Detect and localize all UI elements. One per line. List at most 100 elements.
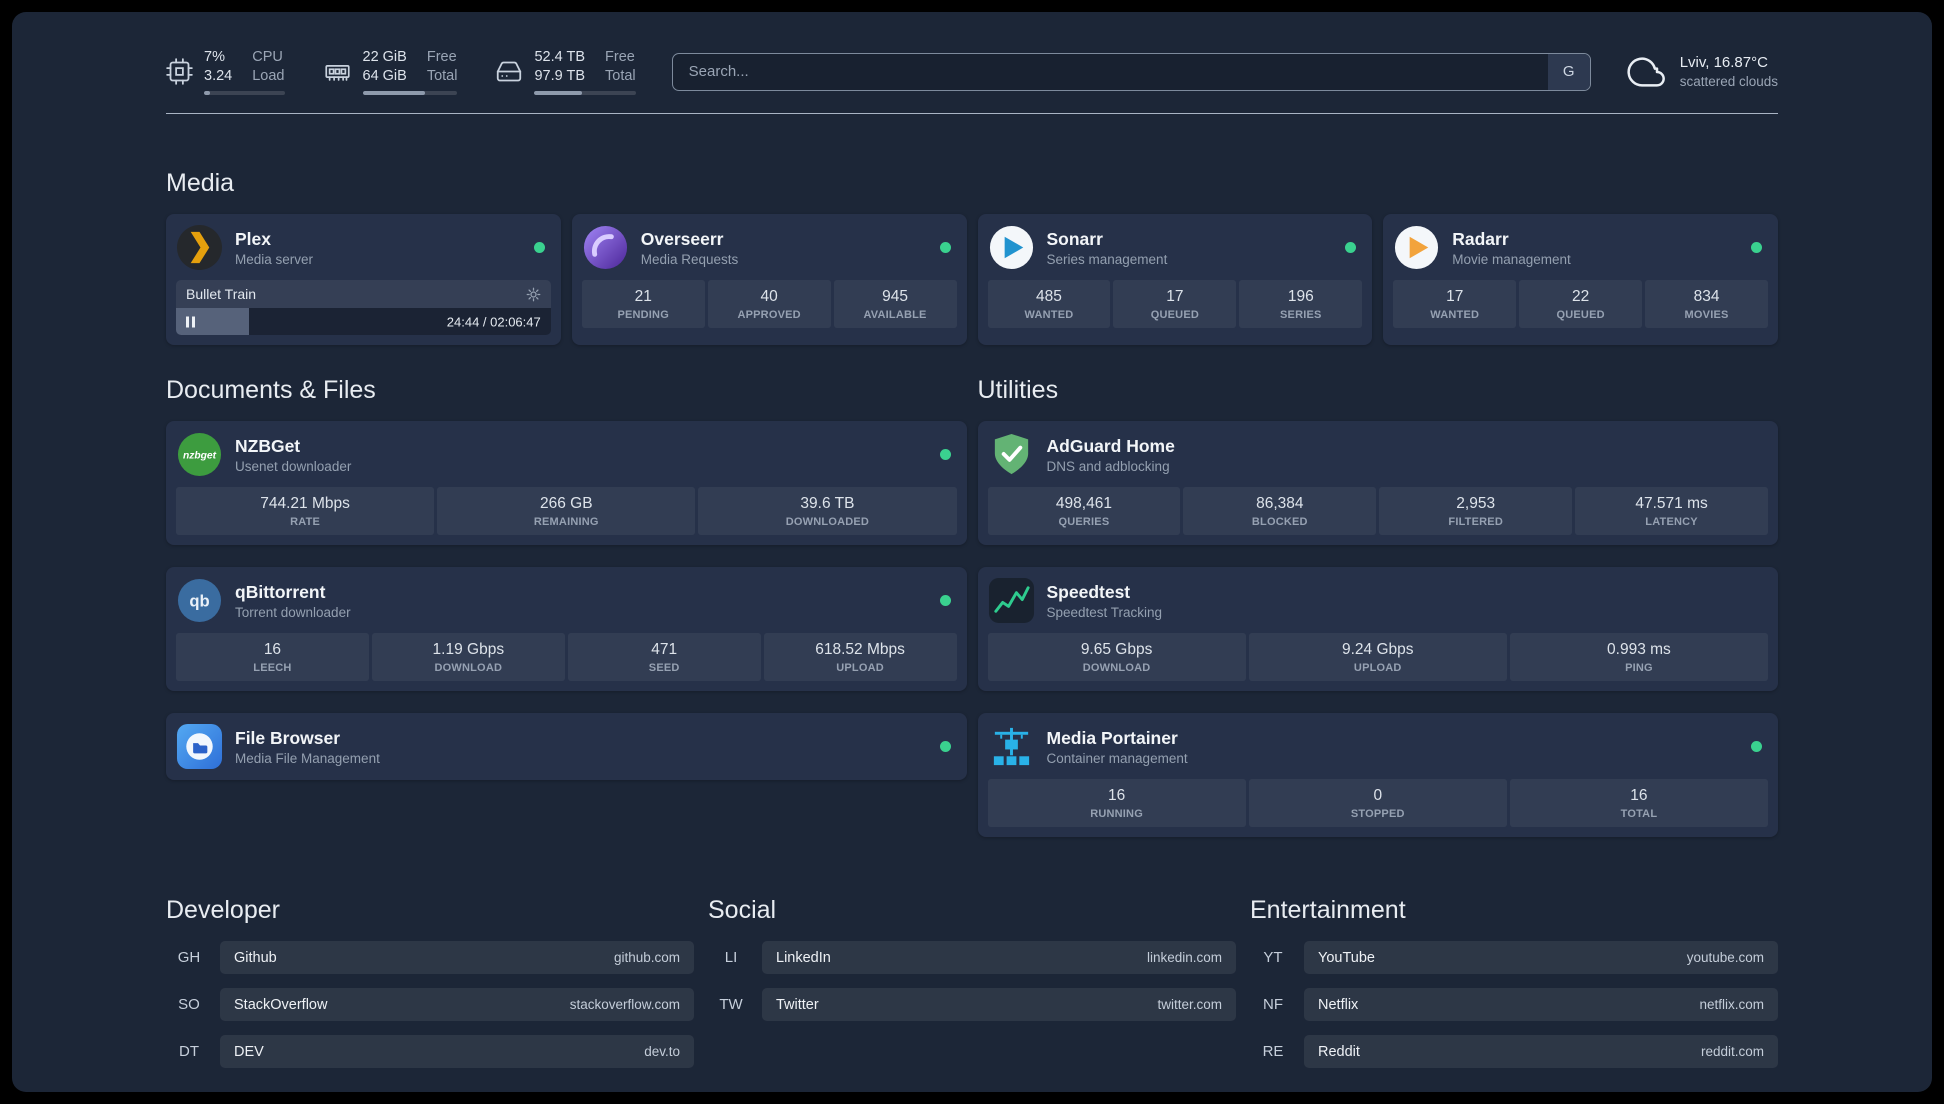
stat-label: LATENCY [1645, 516, 1698, 529]
bookmark-dev: DT DEV dev.to [166, 1035, 694, 1069]
bookmark-group-title: Developer [166, 896, 280, 925]
gear-icon[interactable] [526, 287, 541, 302]
stat-value: 485 [1036, 288, 1062, 306]
bookmark-link[interactable]: Twitter twitter.com [762, 988, 1236, 1022]
qbittorrent-icon: qb [176, 577, 223, 624]
service-card-portainer[interactable]: Media Portainer Container management 16 … [977, 713, 1778, 838]
bookmark-link[interactable]: Github github.com [220, 941, 694, 975]
cpu-load-average: 3.24 [204, 68, 233, 85]
stat-value: 86,384 [1256, 495, 1304, 513]
bookmark-url: linkedin.com [1146, 950, 1222, 966]
speedtest-stats: 9.65 Gbps DOWNLOAD 9.24 Gbps UPLOAD 0.99… [987, 633, 1769, 682]
bookmark-link[interactable]: Netflix netflix.com [1304, 988, 1778, 1022]
memory-free: 22 GiB [362, 49, 407, 65]
overseerr-header: Overseerr Media Requests [582, 224, 957, 271]
bookmark-link[interactable]: StackOverflow stackoverflow.com [220, 988, 694, 1022]
section-title-documents: Documents & Files [166, 376, 376, 405]
radarr-header: Radarr Movie management [1393, 224, 1768, 271]
service-name: qBittorrent [235, 581, 326, 602]
stat-block: 9.65 Gbps DOWNLOAD [987, 633, 1246, 682]
stat-label: WANTED [1430, 309, 1480, 322]
bookmark-url: stackoverflow.com [569, 997, 680, 1013]
qbittorrent-icon-label: qb [189, 592, 209, 611]
service-card-overseerr[interactable]: Overseerr Media Requests 21 PENDING 40 A… [571, 214, 967, 346]
stat-block: 40 APPROVED [707, 280, 831, 329]
stat-value: 40 [760, 288, 778, 306]
disk-widget: 52.4 TB 97.9 TB Free Total [495, 48, 636, 96]
bookmark-url: github.com [613, 950, 680, 966]
stat-block: 834 MOVIES [1645, 280, 1769, 329]
stat-value: 9.24 Gbps [1341, 641, 1414, 659]
stat-value: 196 [1287, 288, 1314, 306]
stat-value: 744.21 Mbps [260, 495, 350, 513]
stat-value: 16 [1630, 787, 1648, 805]
status-dot [1751, 242, 1762, 254]
service-card-qbittorrent[interactable]: qb qBittorrent Torrent downloader 16 LEE… [166, 567, 967, 692]
service-description: DNS and adblocking [1046, 458, 1170, 474]
service-card-plex[interactable]: Plex Media server Bullet Train 24:44 / 0… [166, 214, 561, 346]
bookmark-link[interactable]: LinkedIn linkedin.com [762, 941, 1236, 975]
adguard-stats: 498,461 QUERIES 86,384 BLOCKED 2,953 FIL… [987, 487, 1768, 536]
bookmark-url: netflix.com [1699, 997, 1764, 1013]
cloud-icon [1627, 57, 1665, 87]
nzbget-stats: 744.21 Mbps RATE 266 GB REMAINING 39.6 T… [176, 487, 957, 536]
portainer-stats: 16 RUNNING 0 STOPPED 16 TOTAL [987, 779, 1769, 828]
stat-value: 834 [1693, 288, 1720, 306]
stat-value: 47.571 ms [1635, 495, 1708, 513]
portainer-header: Media Portainer Container management [988, 723, 1769, 770]
bookmark-link[interactable]: YouTube youtube.com [1304, 941, 1778, 975]
memory-label: Free [426, 49, 457, 65]
sonarr-header: Sonarr Series management [988, 224, 1363, 271]
search-input[interactable] [671, 52, 1591, 91]
stat-block: 16 LEECH [176, 633, 369, 682]
stat-value: 39.6 TB [800, 495, 855, 513]
bookmark-group-title: Social [708, 896, 777, 925]
top-bar: 7% 3.24 CPU Load 22 GiB 64 GiB Free Tota… [166, 48, 1778, 96]
stat-label: UPLOAD [836, 662, 884, 675]
nzbget-header: nzbget NZBGet Usenet downloader [176, 431, 957, 478]
stat-label: QUEUED [1556, 309, 1605, 322]
cpu-icon [166, 58, 193, 85]
bookmark-link[interactable]: DEV dev.to [220, 1035, 694, 1069]
bookmark-youtube: YT YouTube youtube.com [1250, 941, 1778, 975]
service-card-speedtest[interactable]: Speedtest Speedtest Tracking 9.65 Gbps D… [977, 567, 1778, 692]
service-card-adguard[interactable]: AdGuard Home DNS and adblocking 498,461 … [977, 421, 1778, 546]
qbittorrent-header: qb qBittorrent Torrent downloader [176, 577, 957, 624]
stat-label: DOWNLOAD [1082, 662, 1151, 675]
disk-progress-bar [534, 91, 636, 96]
adguard-icon [988, 431, 1035, 478]
stat-block: 266 GB REMAINING [437, 487, 696, 536]
bookmark-url: reddit.com [1700, 1044, 1764, 1060]
playback-progress-bar: 24:44 / 02:06:47 [176, 308, 551, 336]
middle-columns: Documents & Files nzbget NZBGet Usenet d… [166, 375, 1778, 838]
service-description: Speedtest Tracking [1046, 604, 1163, 620]
stat-block: 471 SEED [567, 633, 761, 682]
bookmark-url: twitter.com [1157, 997, 1222, 1013]
stat-label: RATE [290, 516, 321, 529]
service-card-nzbget[interactable]: nzbget NZBGet Usenet downloader 744.21 M… [166, 421, 967, 546]
stat-value: 0.993 ms [1607, 641, 1671, 659]
service-name: NZBGet [235, 435, 301, 456]
stat-block: 17 WANTED [1393, 280, 1517, 329]
bookmark-stackoverflow: SO StackOverflow stackoverflow.com [166, 988, 694, 1022]
disk-total: 97.9 TB [534, 68, 586, 85]
service-card-sonarr[interactable]: Sonarr Series management 485 WANTED 17 Q… [977, 214, 1373, 346]
stat-block: 618.52 Mbps UPLOAD [763, 633, 957, 682]
stat-block: 744.21 Mbps RATE [176, 487, 435, 536]
bookmark-link[interactable]: Reddit reddit.com [1304, 1035, 1778, 1069]
search-provider-button[interactable]: G [1547, 53, 1590, 90]
bookmark-abbr: DT [179, 1043, 199, 1061]
service-card-filebrowser[interactable]: File Browser Media File Management [166, 713, 967, 781]
service-description: Media Requests [640, 251, 739, 267]
service-card-radarr[interactable]: Radarr Movie management 17 WANTED 22 QUE… [1383, 214, 1778, 346]
bookmark-url: dev.to [644, 1044, 680, 1060]
stat-label: FILTERED [1448, 516, 1503, 529]
portainer-icon [988, 723, 1035, 770]
nzbget-icon-label: nzbget [183, 451, 217, 462]
adguard-header: AdGuard Home DNS and adblocking [988, 431, 1769, 478]
section-media: Media Plex Media server Bullet Train 24:… [166, 168, 1778, 346]
media-grid: Plex Media server Bullet Train 24:44 / 0… [166, 214, 1778, 346]
stat-label: QUEUED [1150, 309, 1200, 322]
disk-sublabel: Total [605, 68, 636, 85]
weather-condition: scattered clouds [1679, 74, 1778, 90]
